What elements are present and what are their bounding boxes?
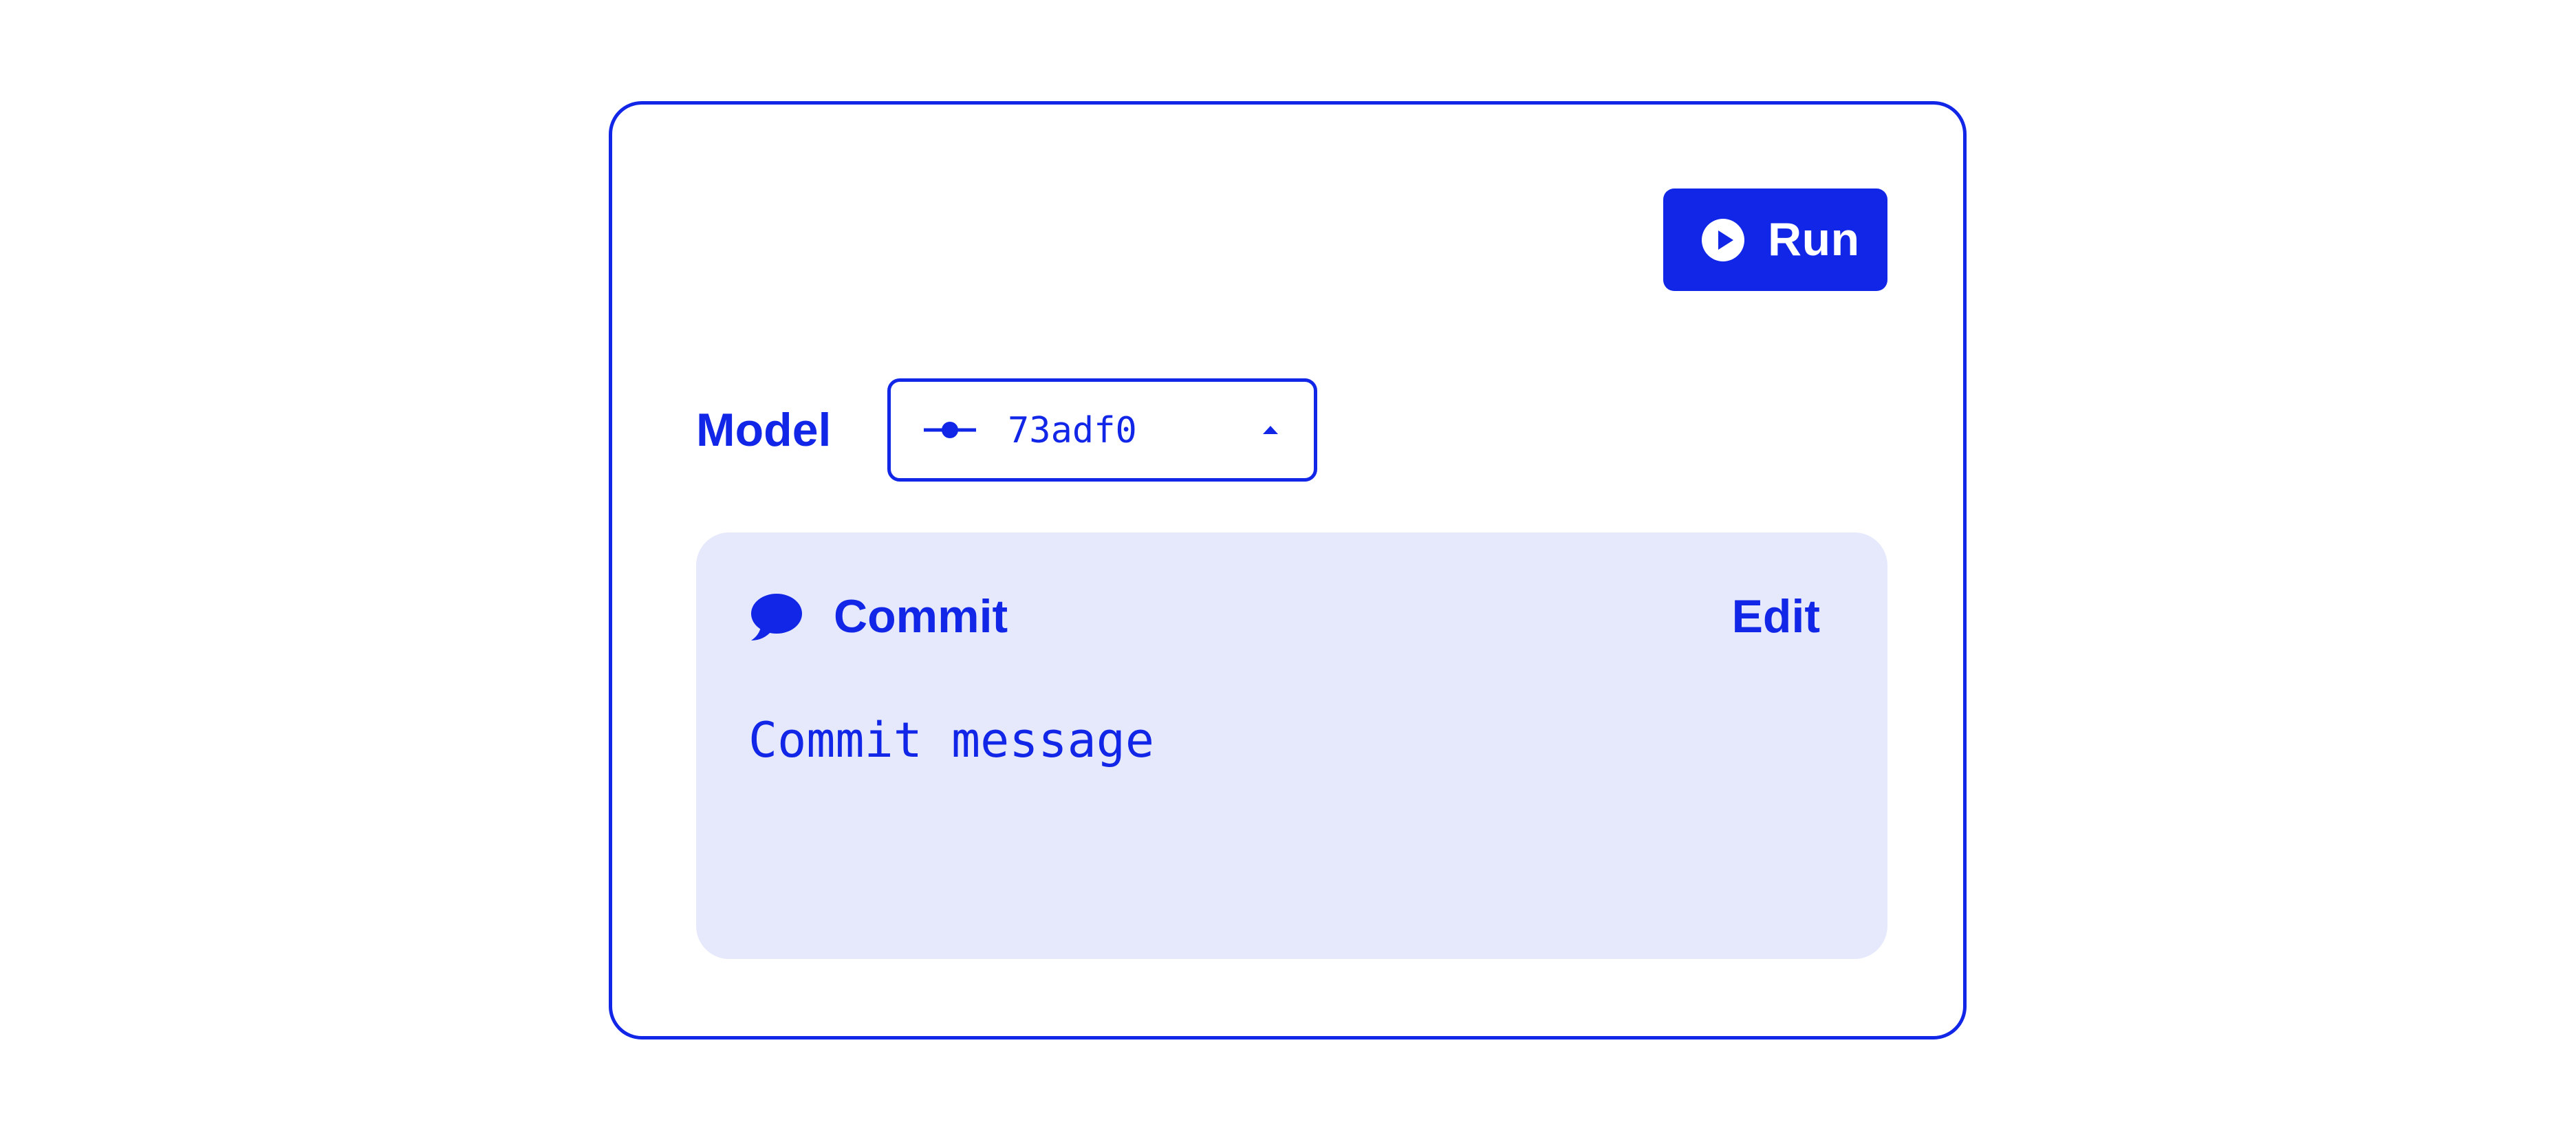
run-button-label: Run [1768, 213, 1860, 266]
edit-link[interactable]: Edit [1732, 589, 1820, 644]
commit-message-field[interactable]: Commit message [748, 709, 1154, 771]
play-circle-icon [1702, 219, 1744, 261]
speech-bubble-icon [751, 594, 802, 640]
git-commit-icon [924, 422, 976, 438]
model-select[interactable]: 73adf0 [887, 378, 1317, 482]
model-label: Model [696, 404, 832, 456]
commit-title: Commit [834, 590, 1008, 643]
run-card: Run Model 73adf0 Commit Edit Commit mess… [609, 101, 1967, 1039]
caret-up-icon [1263, 426, 1278, 434]
commit-panel: Commit Edit Commit message [696, 532, 1887, 959]
run-button[interactable]: Run [1663, 188, 1887, 291]
model-select-value: 73adf0 [1008, 410, 1137, 451]
